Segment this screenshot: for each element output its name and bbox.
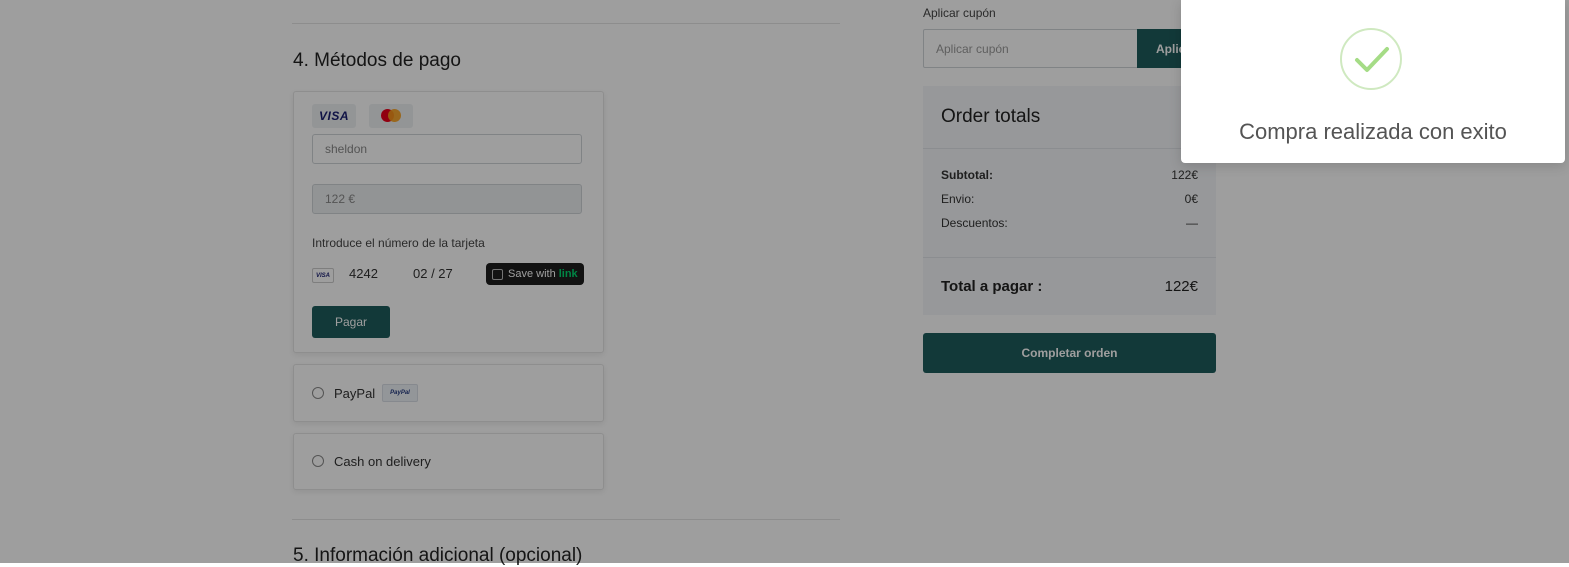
success-check-icon — [1340, 28, 1402, 90]
success-toast: Compra realizada con exito — [1181, 0, 1565, 163]
success-message: Compra realizada con exito — [1239, 119, 1507, 144]
